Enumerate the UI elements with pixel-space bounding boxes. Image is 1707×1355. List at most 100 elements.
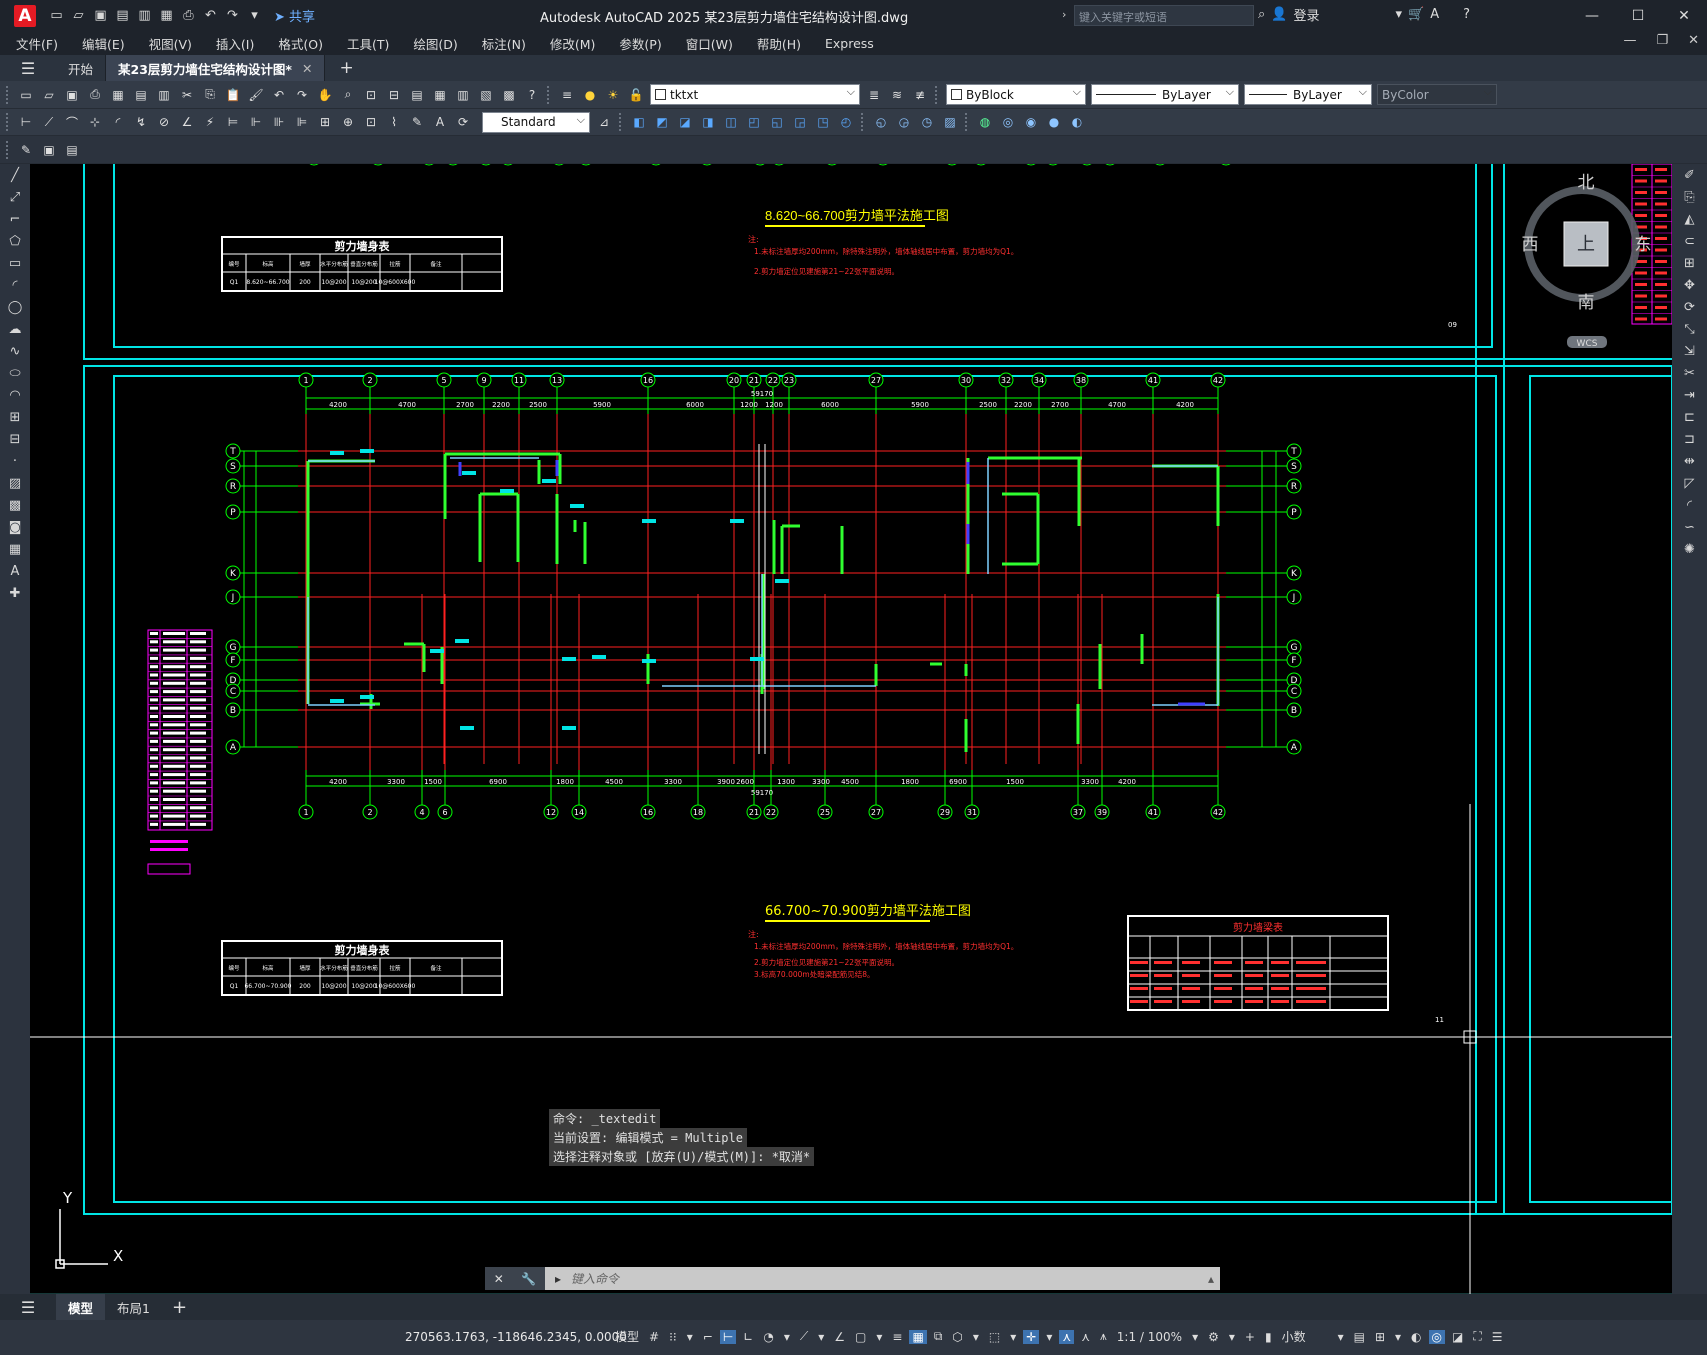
model-space-button[interactable]: 模型 <box>612 1328 642 1345</box>
trim-icon[interactable]: ✂ <box>1672 362 1707 384</box>
fillet-icon[interactable]: ◜ <box>1672 494 1707 516</box>
tab-close-icon[interactable]: ✕ <box>302 61 312 76</box>
menu-format[interactable]: 格式(O) <box>278 34 323 53</box>
toolbar-grip[interactable] <box>6 113 12 131</box>
command-prompt-icon[interactable]: ▸ <box>545 1272 571 1286</box>
tab-drawing[interactable]: 某23层剪力墙住宅结构设计图* ✕ <box>106 55 326 81</box>
plot-icon[interactable]: ⎙ <box>86 86 104 104</box>
menu-draw[interactable]: 绘图(D) <box>413 34 457 53</box>
layer-previous-icon[interactable]: ≋ <box>888 86 906 104</box>
3d-print-icon[interactable]: ▥ <box>155 86 173 104</box>
customization-icon[interactable]: ☰ <box>1489 1330 1506 1344</box>
command-close-icon[interactable]: ✕ <box>494 1272 504 1286</box>
redo-icon[interactable]: ↷ <box>293 86 311 104</box>
jogged-dimension-icon[interactable]: ↯ <box>132 113 150 131</box>
circle-icon[interactable]: ◯ <box>0 296 30 318</box>
attribute-edit-icon[interactable]: ▤ <box>63 141 81 159</box>
3d-box-icon[interactable]: ◧ <box>630 113 648 131</box>
3d-cone-icon[interactable]: ◪ <box>676 113 694 131</box>
save-as-icon[interactable]: ▤ <box>114 7 131 24</box>
3d-extrude-icon[interactable]: ◨ <box>699 113 717 131</box>
join-icon[interactable]: ⇹ <box>1672 450 1707 472</box>
offset-icon[interactable]: ⊂ <box>1672 230 1707 252</box>
graphics-performance-icon[interactable]: ◪ <box>1449 1330 1466 1344</box>
annotation-scale-dropdown-icon[interactable]: ▾ <box>1189 1330 1201 1344</box>
dynamic-ucs-dropdown-icon[interactable]: ▾ <box>1007 1330 1019 1344</box>
drawing-svg[interactable]: 124681012141618212225272931333537394142 … <box>30 164 1672 1294</box>
transparency-icon[interactable]: ▦ <box>909 1329 927 1344</box>
arc-icon[interactable]: ◜ <box>0 274 30 296</box>
chamfer-icon[interactable]: ◸ <box>1672 472 1707 494</box>
open-icon[interactable]: ▱ <box>40 86 58 104</box>
toolbar-grip[interactable] <box>6 140 12 159</box>
search-expand-icon[interactable]: › <box>1062 8 1066 21</box>
baseline-dimension-icon[interactable]: ⊨ <box>224 113 242 131</box>
mirror-icon[interactable]: ◭ <box>1672 208 1707 230</box>
viewcube-east[interactable]: 东 <box>1635 235 1652 255</box>
ellipse-icon[interactable]: ⬭ <box>0 362 30 384</box>
autocad-logo[interactable]: A <box>14 4 36 27</box>
annotation-scale-icon[interactable]: ⩚ <box>1097 1329 1110 1344</box>
new-icon[interactable]: ▭ <box>17 86 35 104</box>
zoom-window-icon[interactable]: ⊡ <box>362 86 380 104</box>
tab-start[interactable]: 开始 <box>56 55 107 81</box>
customize-qat-icon[interactable]: ▾ <box>246 7 263 24</box>
copy-icon[interactable]: ⎘ <box>201 86 219 104</box>
spline-icon[interactable]: ∿ <box>0 340 30 362</box>
extend-icon[interactable]: ⇥ <box>1672 384 1707 406</box>
layer-states-icon[interactable]: ≢ <box>911 86 929 104</box>
toolbar-grip[interactable] <box>965 113 971 131</box>
quick-properties-icon[interactable]: ▤ <box>1351 1330 1368 1344</box>
toolbar-grip[interactable] <box>6 85 12 104</box>
zoom-previous-icon[interactable]: ⊟ <box>385 86 403 104</box>
clean-screen-icon[interactable]: ⛶ <box>1470 1329 1484 1344</box>
calculator-icon[interactable]: ▩ <box>500 86 518 104</box>
dimension-edit-icon[interactable]: ✎ <box>408 113 426 131</box>
gizmo-icon[interactable]: ✛ <box>1023 1329 1040 1344</box>
point-icon[interactable]: · <box>0 450 30 472</box>
user-icon[interactable]: 👤 <box>1271 7 1287 22</box>
dimension-style-icon[interactable]: ⊿ <box>595 113 613 131</box>
radius-dimension-icon[interactable]: ◜ <box>109 113 127 131</box>
markup-icon[interactable]: ▧ <box>477 86 495 104</box>
maximize-icon[interactable]: ☐ <box>1615 4 1661 28</box>
3d-union-icon[interactable]: ◲ <box>791 113 809 131</box>
annotation-monitor-icon[interactable]: + <box>1242 1330 1258 1344</box>
edit-text-icon[interactable]: ✎ <box>17 141 35 159</box>
dimension-update-icon[interactable]: ⟳ <box>454 113 472 131</box>
help-icon[interactable]: ? <box>523 86 541 104</box>
hardware-acceleration-icon[interactable]: ◎ <box>1428 1329 1446 1344</box>
search-icon[interactable]: ⌕ <box>1258 7 1265 22</box>
add-selected-icon[interactable]: ✚ <box>0 582 30 604</box>
menu-view[interactable]: 视图(V) <box>149 34 192 53</box>
undo-icon[interactable]: ↶ <box>270 86 288 104</box>
3d-osnap-dropdown-icon[interactable]: ▾ <box>970 1330 982 1344</box>
units-value[interactable]: 小数 <box>1279 1328 1309 1345</box>
plot-icon[interactable]: ⎙ <box>180 7 197 24</box>
viewcube-wcs[interactable]: WCS <box>1577 339 1598 349</box>
tab-model[interactable]: 模型 <box>56 1294 106 1320</box>
make-block-icon[interactable]: ⊟ <box>0 428 30 450</box>
3d-subtract-icon[interactable]: ◳ <box>814 113 832 131</box>
3d-osnap-icon[interactable]: ⬡ <box>949 1330 965 1344</box>
lineweight-dropdown[interactable]: ByLayer <box>1244 84 1372 105</box>
lock-ui-dropdown-icon[interactable]: ▾ <box>1392 1330 1404 1344</box>
units-dropdown-icon[interactable]: ▾ <box>1335 1330 1347 1344</box>
solid-separate-icon[interactable]: ◎ <box>999 113 1017 131</box>
toolbar-grip[interactable] <box>619 113 625 131</box>
copy-object-icon[interactable]: ⎘ <box>1672 186 1707 208</box>
3d-revolve-icon[interactable]: ◫ <box>722 113 740 131</box>
make-current-layer-icon[interactable]: ≣ <box>865 86 883 104</box>
viewcube-north[interactable]: 北 <box>1578 173 1595 193</box>
solid-extrude-face-icon[interactable]: ◶ <box>895 113 913 131</box>
grid-icon[interactable]: # <box>646 1330 662 1344</box>
solid-move-face-icon[interactable]: ◷ <box>918 113 936 131</box>
angular-dimension-icon[interactable]: ∠ <box>178 113 196 131</box>
cut-icon[interactable]: ✂ <box>178 86 196 104</box>
menu-parametric[interactable]: 参数(P) <box>619 34 661 53</box>
explode-icon[interactable]: ✺ <box>1672 538 1707 560</box>
menu-dimension[interactable]: 标注(N) <box>482 34 526 53</box>
annotation-visibility-icon[interactable]: ⋏ <box>1059 1329 1075 1344</box>
layer-lock-icon[interactable]: 🔓 <box>627 86 645 104</box>
layer-freeze-icon[interactable]: ☀ <box>604 86 622 104</box>
